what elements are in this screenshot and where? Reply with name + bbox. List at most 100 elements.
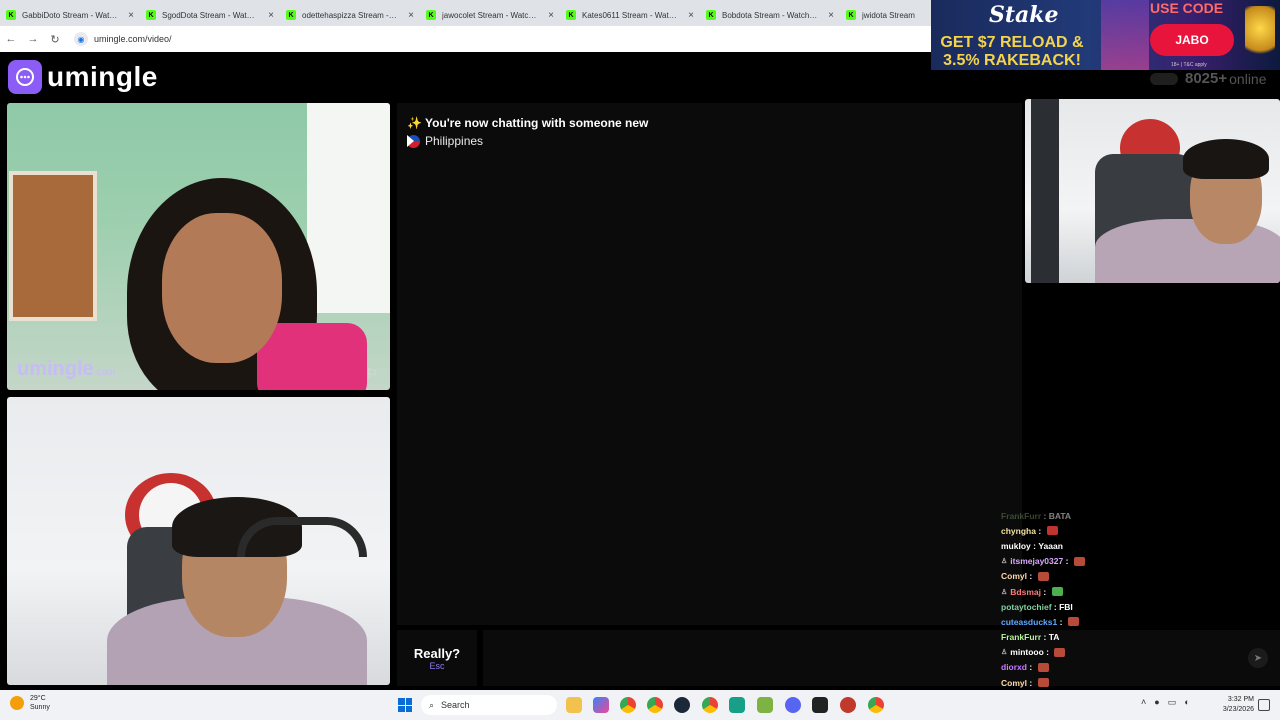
emote-icon <box>1067 617 1079 627</box>
close-tab-icon[interactable]: × <box>828 10 834 21</box>
emote-icon <box>1037 571 1049 581</box>
tab-title: Kates0611 Stream - Watch Live <box>582 10 678 20</box>
kick-favicon-icon: K <box>286 10 296 20</box>
weather-widget[interactable]: 29°C Sunny <box>10 694 50 712</box>
windows-taskbar: 29°C Sunny ⌕ Search ˄ ● ▭ ◐ 3:32 PM 3/23/… <box>0 690 1280 720</box>
online-counter: 8025+ online <box>1150 70 1267 87</box>
notification-icon[interactable] <box>1258 699 1270 711</box>
stream-chat-message: cuteasducks1 : <box>1001 614 1280 629</box>
chat-username: Bdsmaj <box>1010 586 1041 597</box>
browser-tab[interactable]: K Kates0611 Stream - Watch Live × <box>560 4 700 26</box>
video-background-window <box>9 171 97 321</box>
steam-icon[interactable] <box>674 697 690 713</box>
sun-icon <box>10 696 24 710</box>
taskbar-search[interactable]: ⌕ Search <box>421 695 557 715</box>
stop-button[interactable]: Really? Esc <box>397 630 477 686</box>
windows-start-icon[interactable] <box>398 698 412 712</box>
terminal-icon[interactable] <box>812 697 828 713</box>
site-info-icon[interactable]: ◉ <box>74 32 88 46</box>
ad-headline: GET $7 RELOAD & 3.5% RAKEBACK! <box>940 34 1084 69</box>
stream-chat-message: ♙ mintooo : <box>1001 645 1280 660</box>
stake-ad-banner[interactable]: Stake GET $7 RELOAD & 3.5% RAKEBACK! USE… <box>931 0 1280 70</box>
emote-icon <box>1051 587 1063 597</box>
close-tab-icon[interactable]: × <box>408 10 414 21</box>
headphones <box>237 517 367 557</box>
chat-username: Comyl <box>1001 677 1027 688</box>
user-badge-icon: ♙ <box>1001 558 1008 566</box>
tab-title: GabbiDoto Stream - Watch Live <box>22 10 118 20</box>
ad-terms: 18+ | T&C apply <box>1171 62 1207 68</box>
emote-icon <box>1037 662 1049 672</box>
chat-username: FrankFurr <box>1001 510 1042 521</box>
browser-tab[interactable]: Kjawocolet Stream - Watch Live × <box>420 4 560 26</box>
chat-username: potaytochief <box>1001 601 1052 612</box>
chat-separator: : <box>1041 510 1049 521</box>
url-field[interactable]: ◉ umingle.com/video/ <box>74 29 914 49</box>
chrome-profile-icon[interactable] <box>647 697 663 713</box>
kick-favicon-icon: K <box>846 10 856 20</box>
microphone-icon[interactable]: ● <box>1154 697 1159 708</box>
tab-title: Bobdota Stream - Watch Live <box>722 10 818 20</box>
clock-date: 3/23/2026 <box>1222 706 1254 713</box>
reload-icon[interactable]: ↻ <box>44 33 66 46</box>
chat-text: Yaaan <box>1038 540 1063 551</box>
stream-chat-message: mukloy : Yaaan <box>1001 538 1280 553</box>
online-toggle[interactable] <box>1150 72 1178 85</box>
kick-favicon-icon: K <box>426 10 436 20</box>
stream-chat-message: potaytochief : FBI <box>1001 599 1280 614</box>
report-flag-icon[interactable]: ⚐ <box>366 366 382 382</box>
stranger-shirt <box>257 323 367 390</box>
browser-tab[interactable]: K SgodDota Stream - Watch Live × <box>140 4 280 26</box>
close-tab-icon[interactable]: × <box>268 10 274 21</box>
close-tab-icon[interactable]: × <box>548 10 554 21</box>
forward-icon[interactable]: → <box>22 33 44 45</box>
notepad-icon[interactable] <box>729 697 745 713</box>
kick-favicon-icon: K <box>146 10 156 20</box>
site-logo[interactable]: umingle <box>8 60 158 94</box>
taskbar-clock[interactable]: 3:32 PM 3/23/2026 <box>1214 695 1254 715</box>
streamer-webcam-overlay <box>1025 99 1280 283</box>
chat-username: Comyl <box>1001 571 1027 582</box>
ad-code-button[interactable]: JABO <box>1150 24 1234 56</box>
chat-separator: : <box>1043 647 1052 658</box>
file-explorer-icon[interactable] <box>566 697 582 713</box>
site-name: umingle <box>47 61 158 92</box>
chat-separator: : <box>1041 632 1049 643</box>
stranger-country: Philippines <box>407 134 483 148</box>
chat-username: cuteasducks1 <box>1001 616 1058 627</box>
stream-chat-message: chyngha : <box>1001 523 1280 538</box>
cam-background-door <box>1031 99 1059 283</box>
clock-time: 3:32 PM <box>1227 696 1254 703</box>
online-count: 8025+ <box>1185 70 1228 87</box>
chrome-alt-icon[interactable] <box>868 697 884 713</box>
country-name: Philippines <box>425 134 484 148</box>
network-icon[interactable]: ▭ <box>1168 697 1177 708</box>
chat-separator: : <box>1041 586 1049 597</box>
emote-icon <box>1046 526 1058 536</box>
chat-username: chyngha <box>1001 525 1036 536</box>
chat-log: ✨ You're now chatting with someone new P… <box>397 103 1022 625</box>
chat-separator: : <box>1026 677 1035 688</box>
tab-title: jawocolet Stream - Watch Live <box>442 10 538 20</box>
chrome-icon[interactable] <box>620 697 636 713</box>
kick-favicon-icon: K <box>6 10 16 20</box>
close-tab-icon[interactable]: × <box>128 10 134 21</box>
discord-icon[interactable] <box>785 697 801 713</box>
stream-chat-message: Comyl : <box>1001 569 1280 584</box>
app-icon[interactable] <box>757 697 773 713</box>
chrome-active-icon[interactable] <box>702 697 718 713</box>
url-text: umingle.com/video/ <box>94 34 172 44</box>
browser-tab[interactable]: K Bobdota Stream - Watch Live × <box>700 4 840 26</box>
kick-favicon-icon: K <box>566 10 576 20</box>
emote-icon <box>1073 556 1085 566</box>
close-tab-icon[interactable]: × <box>688 10 694 21</box>
stream-chat-message: ♙ Bdsmaj : <box>1001 584 1280 599</box>
volume-icon[interactable]: ◐ <box>1184 697 1189 708</box>
tray-chevron-icon[interactable]: ˄ <box>1141 697 1146 708</box>
browser-tab[interactable]: K GabbiDoto Stream - Watch Live × <box>0 4 140 26</box>
copilot-icon[interactable] <box>593 697 609 713</box>
emote-icon <box>1054 647 1066 657</box>
obs-icon[interactable] <box>840 697 856 713</box>
back-icon[interactable]: ← <box>0 33 22 45</box>
browser-tab[interactable]: Kodettehaspizza Stream - Watch Live × <box>280 4 420 26</box>
